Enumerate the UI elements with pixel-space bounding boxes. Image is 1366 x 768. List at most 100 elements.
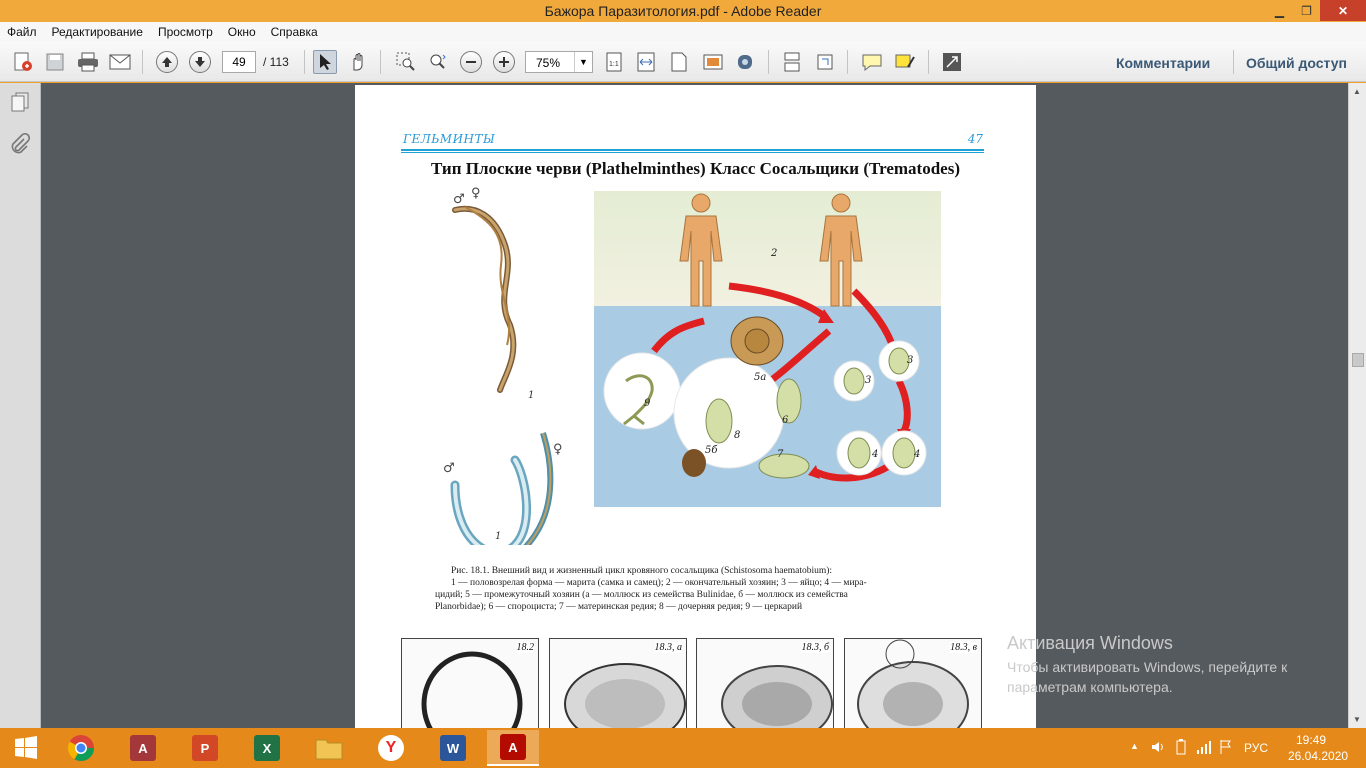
- page-thumbnails-icon[interactable]: [8, 91, 32, 115]
- menu-window[interactable]: Окно: [228, 25, 256, 39]
- clock-date[interactable]: 26.04.2020: [1288, 749, 1348, 763]
- previous-page-icon[interactable]: [156, 51, 178, 73]
- flag-icon[interactable]: [1218, 739, 1234, 758]
- print-icon[interactable]: [76, 50, 100, 74]
- fullscreen-page-icon[interactable]: [701, 50, 725, 74]
- fit-width-icon[interactable]: [634, 50, 658, 74]
- share-link[interactable]: Общий доступ: [1246, 55, 1347, 71]
- svg-text:♂: ♂: [443, 461, 455, 476]
- header-rule: [401, 149, 984, 153]
- excel-icon[interactable]: X: [241, 730, 293, 766]
- input-language[interactable]: РУС: [1244, 741, 1268, 755]
- expand-icon[interactable]: [940, 50, 964, 74]
- scroll-up-icon[interactable]: ▲: [1353, 87, 1361, 96]
- powerpoint-icon[interactable]: P: [179, 730, 231, 766]
- menu-file[interactable]: Файл: [7, 25, 37, 39]
- zoom-value: 75%: [536, 56, 561, 70]
- menu-help[interactable]: Справка: [271, 25, 318, 39]
- highlight-icon[interactable]: [893, 50, 917, 74]
- adobe-reader-icon[interactable]: A: [487, 730, 539, 766]
- title-bar: Бажора Паразитология.pdf - Adobe Reader …: [0, 0, 1366, 22]
- attachments-icon[interactable]: [8, 132, 32, 157]
- save-icon[interactable]: [43, 50, 67, 74]
- minimize-button[interactable]: ▁: [1266, 0, 1293, 21]
- figure-label: 8: [734, 430, 740, 441]
- window-title: Бажора Паразитология.pdf - Adobe Reader: [544, 3, 822, 19]
- figure-label: 3: [865, 375, 871, 386]
- select-tool-icon[interactable]: [313, 50, 337, 74]
- zoom-out-icon[interactable]: [460, 51, 482, 73]
- access-icon[interactable]: A: [117, 730, 169, 766]
- page-number-label: 47: [967, 132, 983, 146]
- menu-edit[interactable]: Редактирование: [52, 25, 143, 39]
- maximize-button[interactable]: ❐: [1293, 0, 1320, 21]
- hand-tool-icon[interactable]: [346, 50, 370, 74]
- fit-page-icon[interactable]: [667, 50, 691, 74]
- yandex-browser-icon[interactable]: Y: [365, 730, 417, 766]
- activation-watermark-line: Чтобы активировать Windows, перейдите к: [1007, 659, 1288, 675]
- figure-label: 4: [913, 449, 920, 460]
- chevron-down-icon[interactable]: ▼: [574, 52, 592, 72]
- scroll-thumb[interactable]: [1352, 353, 1364, 367]
- caption-line: 1 — половозрелая форма — марита (самка и…: [451, 578, 867, 588]
- email-icon[interactable]: [108, 50, 132, 74]
- micrograph-label: 18.3, б: [801, 642, 829, 653]
- figure-label: 9: [644, 398, 651, 409]
- menu-bar: Файл Редактирование Просмотр Окно Справк…: [0, 22, 1366, 42]
- file-explorer-icon[interactable]: [303, 730, 355, 766]
- figure-label: 1: [528, 390, 534, 401]
- page-number-input[interactable]: 49: [222, 51, 256, 73]
- caption-line: Planorbidae); 6 — спороциста; 7 — матери…: [435, 602, 803, 612]
- life-cycle-illustration: 2 5a 5б 3 3 4 4 6 7 8 9: [594, 191, 941, 507]
- zoom-in-icon[interactable]: [493, 51, 515, 73]
- page-heading: Тип Плоские черви (Plathelminthes) Класс…: [431, 159, 960, 178]
- menu-view[interactable]: Просмотр: [158, 25, 213, 39]
- taskbar: A P X Y W A ▲ РУС 19:49 26.04.2020: [0, 728, 1366, 768]
- create-pdf-icon[interactable]: [11, 50, 35, 74]
- navigation-panel: [0, 83, 41, 728]
- figure-label: 2: [770, 248, 777, 259]
- actual-size-icon[interactable]: 1:1: [602, 50, 626, 74]
- comment-icon[interactable]: [860, 50, 884, 74]
- close-button[interactable]: ✕: [1320, 0, 1366, 21]
- toolbar: 49 / 113 75% ▼ 1:1 Комментарии Общий дос…: [0, 42, 1366, 82]
- micrograph-label: 18.3, а: [654, 642, 682, 653]
- start-button[interactable]: [0, 730, 52, 766]
- word-icon[interactable]: W: [427, 730, 479, 766]
- caption-line: цидий; 5 — промежуточный хозяин (а — мол…: [435, 590, 848, 600]
- svg-text:♂: ♂: [453, 192, 465, 207]
- micrograph: 18.3, в: [844, 638, 982, 728]
- next-page-icon[interactable]: [189, 51, 211, 73]
- network-icon[interactable]: [1196, 739, 1212, 758]
- battery-icon[interactable]: [1174, 739, 1188, 758]
- micrograph: 18.2: [401, 638, 539, 728]
- show-hidden-icons-icon[interactable]: ▲: [1130, 741, 1139, 751]
- figure-label: 4: [871, 449, 878, 460]
- document-area[interactable]: ГЕЛЬМИНТЫ 47 Тип Плоские черви (Plathelm…: [41, 83, 1348, 728]
- comments-link[interactable]: Комментарии: [1116, 55, 1210, 71]
- running-header: ГЕЛЬМИНТЫ: [403, 132, 496, 146]
- chrome-icon[interactable]: [55, 730, 107, 766]
- pdf-page: ГЕЛЬМИНТЫ 47 Тип Плоские черви (Plathelm…: [355, 85, 1036, 728]
- single-page-view-icon[interactable]: [780, 50, 804, 74]
- dynamic-zoom-icon[interactable]: [426, 50, 450, 74]
- read-aloud-icon[interactable]: [733, 50, 757, 74]
- volume-icon[interactable]: [1150, 739, 1166, 758]
- marquee-zoom-icon[interactable]: [394, 50, 418, 74]
- caption-line: Рис. 18.1. Внешний вид и жизненный цикл …: [451, 566, 833, 576]
- activation-watermark-line: параметрам компьютера.: [1007, 679, 1173, 695]
- system-tray: ▲ РУС 19:49 26.04.2020: [1116, 728, 1366, 768]
- activation-watermark-title: Активация Windows: [1007, 633, 1173, 653]
- figure-label: 3: [907, 355, 913, 366]
- page-total: / 113: [263, 55, 289, 69]
- zoom-select[interactable]: 75% ▼: [525, 51, 593, 73]
- activation-watermark-text: Чтобы активировать Windows, перейдите к …: [1007, 657, 1337, 697]
- vertical-scrollbar[interactable]: ▲ ▼: [1348, 83, 1366, 728]
- figure-label: 1: [495, 531, 501, 542]
- rotate-view-icon[interactable]: [813, 50, 837, 74]
- svg-text:♀: ♀: [553, 442, 563, 457]
- scroll-down-icon[interactable]: ▼: [1353, 715, 1361, 724]
- figure-label: 6: [782, 415, 789, 426]
- clock-time[interactable]: 19:49: [1296, 733, 1326, 747]
- schistosoma-adult-illustration: ♂ ♀ 1 ♂ ♀ 1: [435, 185, 575, 572]
